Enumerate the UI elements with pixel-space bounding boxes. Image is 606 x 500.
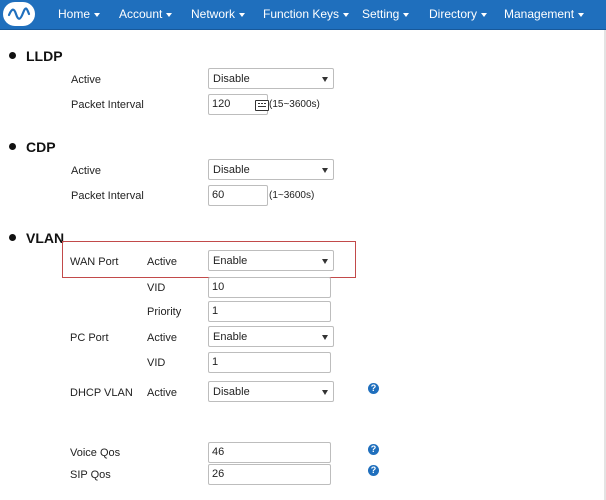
nav-management-label: Management xyxy=(504,7,575,21)
dhcp-vlan-label: DHCP VLAN xyxy=(70,387,133,399)
cdp-interval-label: Packet Interval xyxy=(71,190,144,202)
chevron-down-icon xyxy=(403,12,410,17)
cdp-active-value: Disable xyxy=(213,164,250,176)
wan-active-label: Active xyxy=(147,256,177,268)
lldp-interval-hint: (15~3600s) xyxy=(269,99,320,110)
chevron-down-icon xyxy=(578,12,585,17)
wan-priority-input[interactable] xyxy=(208,301,331,322)
cdp-active-select[interactable]: Disable xyxy=(208,159,334,180)
pc-vid-label: VID xyxy=(147,357,166,369)
cdp-active-label: Active xyxy=(71,165,101,177)
pc-active-select[interactable]: Enable xyxy=(208,326,334,347)
help-icon[interactable]: ? xyxy=(368,444,379,455)
lldp-interval-label: Packet Interval xyxy=(71,99,144,111)
dhcp-active-value: Disable xyxy=(213,386,250,398)
dropdown-arrow-icon xyxy=(322,168,328,173)
nav-setting-label: Setting xyxy=(362,7,400,21)
pc-vid-input[interactable] xyxy=(208,352,331,373)
nav-account[interactable]: Account xyxy=(119,0,173,29)
pc-port-label: PC Port xyxy=(70,332,109,344)
chevron-down-icon xyxy=(239,12,246,17)
vlan-title: VLAN xyxy=(26,230,65,246)
vlan-section-title: VLAN xyxy=(9,230,64,246)
lldp-active-label: Active xyxy=(71,74,101,86)
nav-management[interactable]: Management xyxy=(504,0,585,29)
nav-home-label: Home xyxy=(58,7,91,21)
lldp-active-select[interactable]: Disable xyxy=(208,68,334,89)
pc-active-value: Enable xyxy=(213,331,248,343)
chevron-down-icon xyxy=(481,12,488,17)
dropdown-arrow-icon xyxy=(322,390,328,395)
keyboard-icon xyxy=(255,100,269,111)
top-navbar: Home Account Network Function Keys Setti… xyxy=(0,0,606,30)
chevron-down-icon xyxy=(343,12,350,17)
wan-active-value: Enable xyxy=(213,255,248,267)
lldp-active-value: Disable xyxy=(213,73,250,85)
wan-active-select[interactable]: Enable xyxy=(208,250,334,271)
nav-account-label: Account xyxy=(119,7,163,21)
help-icon[interactable]: ? xyxy=(368,465,379,476)
lldp-title: LLDP xyxy=(26,48,63,64)
chevron-down-icon xyxy=(166,12,173,17)
cdp-section-title: CDP xyxy=(9,139,56,155)
nav-home[interactable]: Home xyxy=(58,0,101,29)
bullet-icon xyxy=(9,142,16,150)
voice-qos-input[interactable] xyxy=(208,442,331,463)
dropdown-arrow-icon xyxy=(322,335,328,340)
nav-function-keys[interactable]: Function Keys xyxy=(263,0,350,29)
nav-function-keys-label: Function Keys xyxy=(263,7,340,21)
dropdown-arrow-icon xyxy=(322,259,328,264)
lldp-section-title: LLDP xyxy=(9,48,63,64)
wan-vid-label: VID xyxy=(147,282,166,294)
chevron-down-icon xyxy=(94,12,101,17)
pc-active-label: Active xyxy=(147,332,177,344)
brand-logo-icon[interactable] xyxy=(3,2,35,26)
wan-vid-input[interactable] xyxy=(208,277,331,298)
wan-port-label: WAN Port xyxy=(70,256,119,268)
wan-priority-label: Priority xyxy=(147,306,182,318)
bullet-icon xyxy=(9,233,16,241)
sip-qos-label: SIP Qos xyxy=(70,469,111,481)
nav-network[interactable]: Network xyxy=(191,0,246,29)
nav-directory-label: Directory xyxy=(429,7,478,21)
cdp-interval-hint: (1~3600s) xyxy=(269,190,315,201)
help-icon[interactable]: ? xyxy=(368,383,379,394)
dhcp-active-select[interactable]: Disable xyxy=(208,381,334,402)
nav-setting[interactable]: Setting xyxy=(362,0,410,29)
dropdown-arrow-icon xyxy=(322,77,328,82)
bullet-icon xyxy=(9,51,16,59)
sip-qos-input[interactable] xyxy=(208,464,331,485)
nav-directory[interactable]: Directory xyxy=(429,0,488,29)
cdp-title: CDP xyxy=(26,139,56,155)
dhcp-active-label: Active xyxy=(147,387,177,399)
voice-qos-label: Voice Qos xyxy=(70,447,121,459)
cdp-interval-input[interactable] xyxy=(208,185,268,206)
nav-network-label: Network xyxy=(191,7,236,21)
